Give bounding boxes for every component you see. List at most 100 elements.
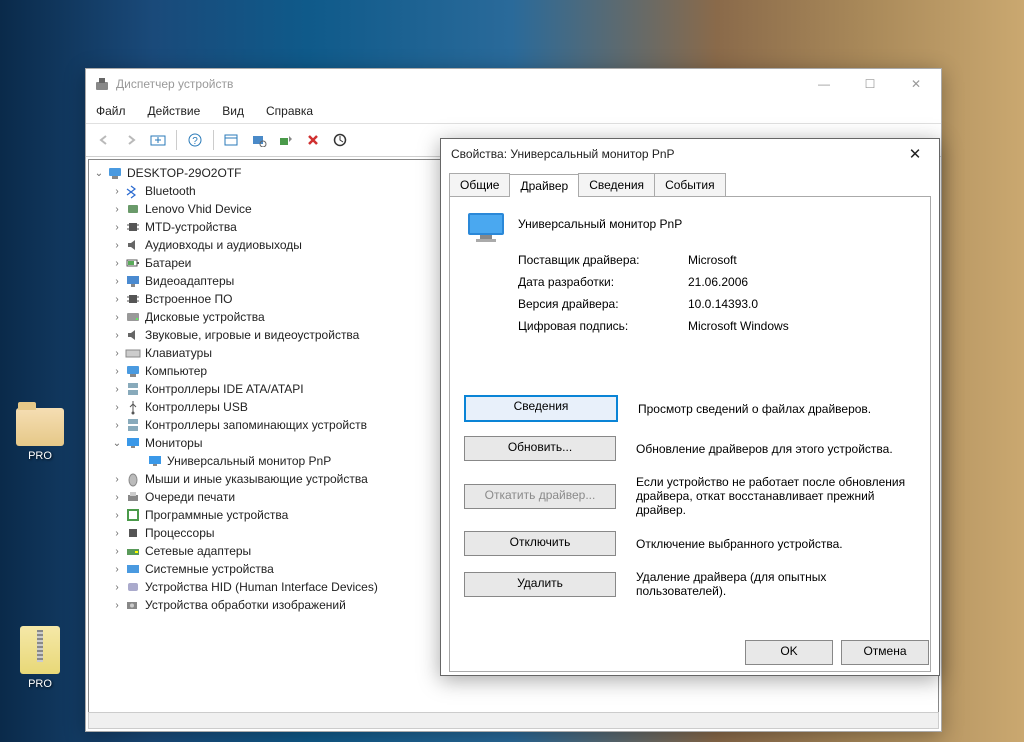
tab-details[interactable]: Сведения: [578, 173, 655, 196]
expand-icon[interactable]: ›: [111, 581, 123, 593]
expand-icon[interactable]: ›: [111, 383, 123, 395]
tree-node-label: Устройства HID (Human Interface Devices): [145, 580, 378, 594]
forward-button: [119, 128, 143, 152]
tree-node-label: Мыши и иные указывающие устройства: [145, 472, 368, 486]
menu-file[interactable]: Файл: [92, 101, 130, 121]
expand-icon[interactable]: ›: [111, 491, 123, 503]
device-category-icon: [125, 525, 141, 541]
expand-icon[interactable]: ›: [111, 347, 123, 359]
tree-node-label: Устройства обработки изображений: [145, 598, 346, 612]
tab-events[interactable]: События: [654, 173, 726, 196]
expand-icon[interactable]: ›: [111, 275, 123, 287]
device-category-icon: [125, 327, 141, 343]
device-category-icon: [125, 543, 141, 559]
signer-label: Цифровая подпись:: [518, 319, 688, 333]
menu-help[interactable]: Справка: [262, 101, 317, 121]
horizontal-scrollbar[interactable]: [88, 712, 939, 729]
expand-icon[interactable]: ›: [111, 311, 123, 323]
tree-leaf-label: Универсальный монитор PnP: [167, 454, 331, 468]
tree-root-label: DESKTOP-29O2OTF: [127, 166, 241, 180]
uninstall-button[interactable]: [301, 128, 325, 152]
expand-icon[interactable]: ›: [111, 527, 123, 539]
rollback-driver-desc: Если устройство не работает после обновл…: [636, 475, 916, 517]
tab-general[interactable]: Общие: [449, 173, 510, 196]
expand-icon[interactable]: ›: [111, 599, 123, 611]
collapse-icon[interactable]: ⌄: [111, 437, 123, 449]
desktop-zip-pro[interactable]: PRO: [10, 626, 70, 690]
signer-value: Microsoft Windows: [688, 319, 789, 333]
expand-icon[interactable]: ›: [111, 257, 123, 269]
disable-device-button[interactable]: Отключить: [464, 531, 616, 556]
properties-button[interactable]: [220, 128, 244, 152]
uninstall-driver-desc: Удаление драйвера (для опытных пользоват…: [636, 570, 916, 598]
update-driver-button[interactable]: [274, 128, 298, 152]
device-category-icon: [125, 201, 141, 217]
device-category-icon: [125, 507, 141, 523]
tree-node-label: Сетевые адаптеры: [145, 544, 251, 558]
driver-actions: Сведения Просмотр сведений о файлах драй…: [464, 395, 916, 612]
tree-node-label: Мониторы: [145, 436, 202, 450]
expand-icon[interactable]: ›: [111, 545, 123, 557]
tree-node-label: Программные устройства: [145, 508, 288, 522]
tree-node-label: Компьютер: [145, 364, 207, 378]
close-button[interactable]: ✕: [895, 140, 935, 168]
expand-icon[interactable]: ›: [111, 401, 123, 413]
menu-view[interactable]: Вид: [218, 101, 248, 121]
expand-icon[interactable]: ›: [111, 329, 123, 341]
tab-driver[interactable]: Драйвер: [509, 174, 579, 197]
expand-icon[interactable]: ›: [111, 239, 123, 251]
driver-details-button[interactable]: Сведения: [464, 395, 618, 422]
monitor-icon: [147, 453, 163, 469]
version-label: Версия драйвера:: [518, 297, 688, 311]
tree-node-label: Звуковые, игровые и видеоустройства: [145, 328, 359, 342]
expand-icon[interactable]: ›: [111, 509, 123, 521]
maximize-button[interactable]: ☐: [847, 69, 893, 99]
desktop-folder-pro[interactable]: PRO: [10, 408, 70, 462]
update-driver-button[interactable]: Обновить...: [464, 436, 616, 461]
tree-node-label: Bluetooth: [145, 184, 196, 198]
expand-icon[interactable]: ›: [111, 419, 123, 431]
close-button[interactable]: ✕: [893, 69, 939, 99]
help-button[interactable]: ?: [183, 128, 207, 152]
device-category-icon: [125, 489, 141, 505]
titlebar[interactable]: Диспетчер устройств — ☐ ✕: [86, 69, 941, 99]
scan-button[interactable]: [247, 128, 271, 152]
tree-node-label: Клавиатуры: [145, 346, 212, 360]
uninstall-driver-button[interactable]: Удалить: [464, 572, 616, 597]
cancel-button[interactable]: Отмена: [841, 640, 929, 665]
expand-icon[interactable]: ›: [111, 365, 123, 377]
expand-icon[interactable]: ›: [111, 185, 123, 197]
ok-button[interactable]: OK: [745, 640, 833, 665]
driver-properties: Поставщик драйвера:Microsoft Дата разраб…: [518, 253, 789, 341]
device-category-icon: [125, 345, 141, 361]
expand-icon[interactable]: ›: [111, 203, 123, 215]
date-label: Дата разработки:: [518, 275, 688, 289]
tree-node-label: Дисковые устройства: [145, 310, 265, 324]
collapse-icon[interactable]: ⌄: [93, 167, 105, 179]
date-value: 21.06.2006: [688, 275, 748, 289]
back-button: [92, 128, 116, 152]
tree-node-label: Контроллеры USB: [145, 400, 248, 414]
tree-node-label: Процессоры: [145, 526, 215, 540]
tree-node-label: Батареи: [145, 256, 191, 270]
expand-icon[interactable]: ›: [111, 473, 123, 485]
svg-text:?: ?: [192, 136, 198, 147]
menu-action[interactable]: Действие: [144, 101, 205, 121]
expand-icon[interactable]: ›: [111, 293, 123, 305]
expand-icon[interactable]: ›: [111, 563, 123, 575]
device-category-icon: [125, 597, 141, 613]
up-button[interactable]: [146, 128, 170, 152]
window-title: Диспетчер устройств: [116, 77, 801, 91]
device-category-icon: [125, 417, 141, 433]
dialog-title: Свойства: Универсальный монитор PnP: [451, 147, 895, 161]
minimize-button[interactable]: —: [801, 69, 847, 99]
device-category-icon: [125, 309, 141, 325]
device-category-icon: [125, 363, 141, 379]
app-icon: [94, 76, 110, 92]
expand-icon[interactable]: ›: [111, 221, 123, 233]
tree-node-label: Контроллеры IDE ATA/ATAPI: [145, 382, 304, 396]
device-category-icon: [125, 237, 141, 253]
dialog-titlebar[interactable]: Свойства: Универсальный монитор PnP ✕: [441, 139, 939, 169]
disable-button[interactable]: [328, 128, 352, 152]
driver-details-desc: Просмотр сведений о файлах драйверов.: [638, 402, 871, 416]
